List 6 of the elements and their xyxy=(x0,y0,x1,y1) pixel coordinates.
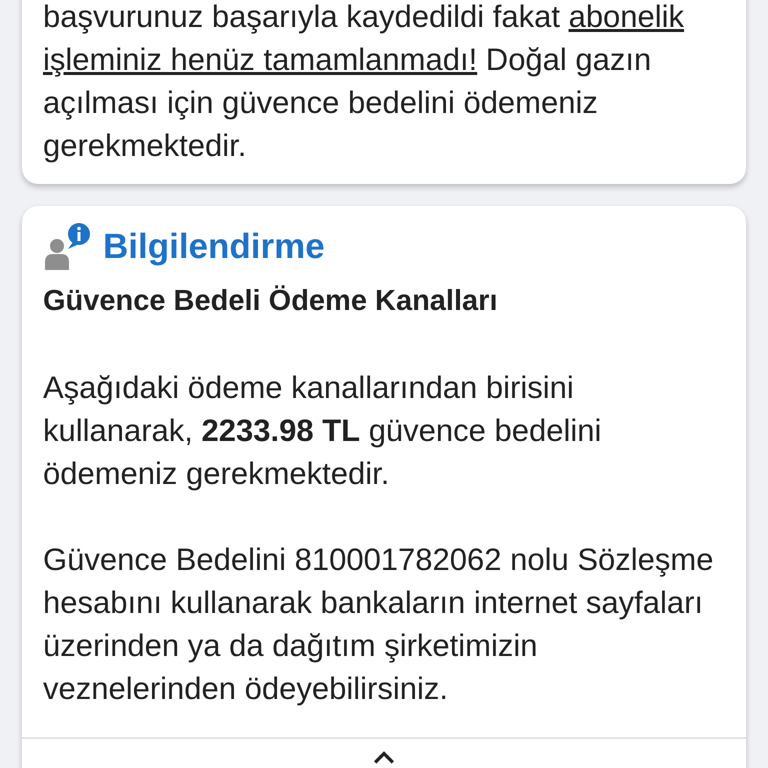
info-paragraph: Güvence Bedelini 810001782062 nolu Sözleşme hesabını kullanarak bankaların internet sayfaları üzerinden ya da dağıtım şirketimizin veznelerinden ödeyebilirsiniz. xyxy=(43,541,714,708)
section-subtitle: Güvence Bedeli Ödeme Kanalları xyxy=(43,284,499,319)
info-paragraph: Aşağıdaki ödeme kanallarından birisini kullanarak, 2233.98 TL güvence bedelini ödemeniz gerekmektedir. xyxy=(43,369,602,493)
section-title: Bilgilendirme xyxy=(103,227,325,267)
user-info-icon xyxy=(43,222,93,272)
status-message: başvurunuz başarıyla kaydedildi fakat abonelik işleminiz henüz tamamlanmadı! Doğal gazın açılması için güvence bedelini ödemeniz gerekmektedir. xyxy=(43,0,686,165)
